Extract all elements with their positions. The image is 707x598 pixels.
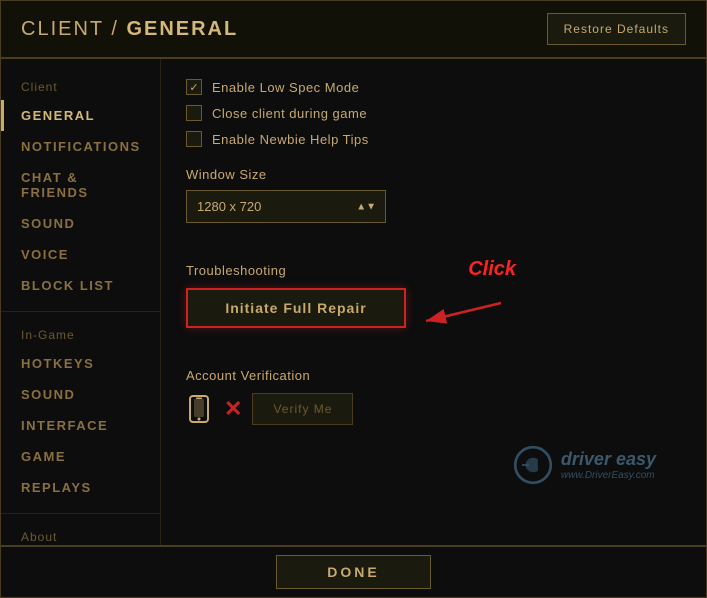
header: CLIENT / GENERAL Restore Defaults xyxy=(1,1,706,59)
window-size-select[interactable]: 1280 x 720 1024 x 576 800 x 600 xyxy=(186,190,386,223)
sidebar-item-interface[interactable]: INTERFACE xyxy=(1,410,160,441)
title-prefix: CLIENT / xyxy=(21,18,126,40)
sidebar-item-hotkeys[interactable]: HOTKEYS xyxy=(1,348,160,379)
footer: DONE xyxy=(1,545,706,597)
window-size-select-container: 1280 x 720 1024 x 576 800 x 600 ▲▼ xyxy=(186,190,386,223)
checkbox-low-spec[interactable] xyxy=(186,79,202,95)
initiate-repair-button[interactable]: Initiate Full Repair xyxy=(186,288,406,328)
sidebar-item-replays[interactable]: REPLAYS xyxy=(1,472,160,503)
click-annotation: Click xyxy=(468,258,516,281)
newbie-label: Enable Newbie Help Tips xyxy=(212,132,369,147)
checkbox-row-newbie: Enable Newbie Help Tips xyxy=(186,131,681,147)
window-size-group: Window Size 1280 x 720 1024 x 576 800 x … xyxy=(186,167,681,243)
title-bold: GENERAL xyxy=(126,18,238,40)
verify-row: ✕ Verify Me xyxy=(186,393,681,425)
sidebar: Client GENERAL NOTIFICATIONS CHAT & FRIE… xyxy=(1,59,161,545)
sidebar-item-sound[interactable]: SOUND xyxy=(1,208,160,239)
sidebar-item-sound-ig[interactable]: SOUND xyxy=(1,379,160,410)
arrow-icon xyxy=(416,293,506,333)
account-verification-group: Account Verification ✕ Verify Me xyxy=(186,368,681,425)
watermark-main: driver easy xyxy=(561,449,656,469)
settings-checkboxes: Enable Low Spec Mode Close client during… xyxy=(186,79,681,147)
window-size-label: Window Size xyxy=(186,167,681,182)
sidebar-divider-2 xyxy=(1,513,160,514)
checkbox-row-close-client: Close client during game xyxy=(186,105,681,121)
app-container: CLIENT / GENERAL Restore Defaults Client… xyxy=(0,0,707,598)
phone-icon xyxy=(186,395,214,423)
page-title: CLIENT / GENERAL xyxy=(21,18,238,41)
watermark: driver easy www.DriverEasy.com xyxy=(186,440,681,490)
sidebar-item-block-list[interactable]: BLOCK LIST xyxy=(1,270,160,301)
sidebar-section-ingame: In-Game xyxy=(1,322,160,348)
close-client-label: Close client during game xyxy=(212,106,367,121)
content-area: Enable Low Spec Mode Close client during… xyxy=(161,59,706,545)
checkbox-close-client[interactable] xyxy=(186,105,202,121)
watermark-text: driver easy www.DriverEasy.com xyxy=(561,449,656,481)
restore-defaults-button[interactable]: Restore Defaults xyxy=(547,13,686,45)
sidebar-item-chat-friends[interactable]: CHAT & FRIENDS xyxy=(1,162,160,208)
sidebar-item-game[interactable]: GAME xyxy=(1,441,160,472)
troubleshooting-label: Troubleshooting xyxy=(186,263,681,278)
sidebar-item-notifications[interactable]: NOTIFICATIONS xyxy=(1,131,160,162)
checkbox-newbie[interactable] xyxy=(186,131,202,147)
low-spec-label: Enable Low Spec Mode xyxy=(212,80,359,95)
done-button[interactable]: DONE xyxy=(276,555,430,589)
main-layout: Client GENERAL NOTIFICATIONS CHAT & FRIE… xyxy=(1,59,706,545)
watermark-sub: www.DriverEasy.com xyxy=(561,470,656,481)
sidebar-item-general[interactable]: GENERAL xyxy=(1,100,160,131)
sidebar-item-voice[interactable]: VOICE xyxy=(1,239,160,270)
troubleshooting-group: Troubleshooting Initiate Full Repair Cli… xyxy=(186,263,681,348)
x-mark-icon: ✕ xyxy=(224,396,242,422)
sidebar-section-client: Client xyxy=(1,74,160,100)
driver-easy-logo xyxy=(513,445,553,485)
checkbox-row-low-spec: Enable Low Spec Mode xyxy=(186,79,681,95)
account-verification-label: Account Verification xyxy=(186,368,681,383)
sidebar-divider-1 xyxy=(1,311,160,312)
sidebar-section-about: About xyxy=(1,524,160,545)
verify-me-button[interactable]: Verify Me xyxy=(252,393,353,425)
